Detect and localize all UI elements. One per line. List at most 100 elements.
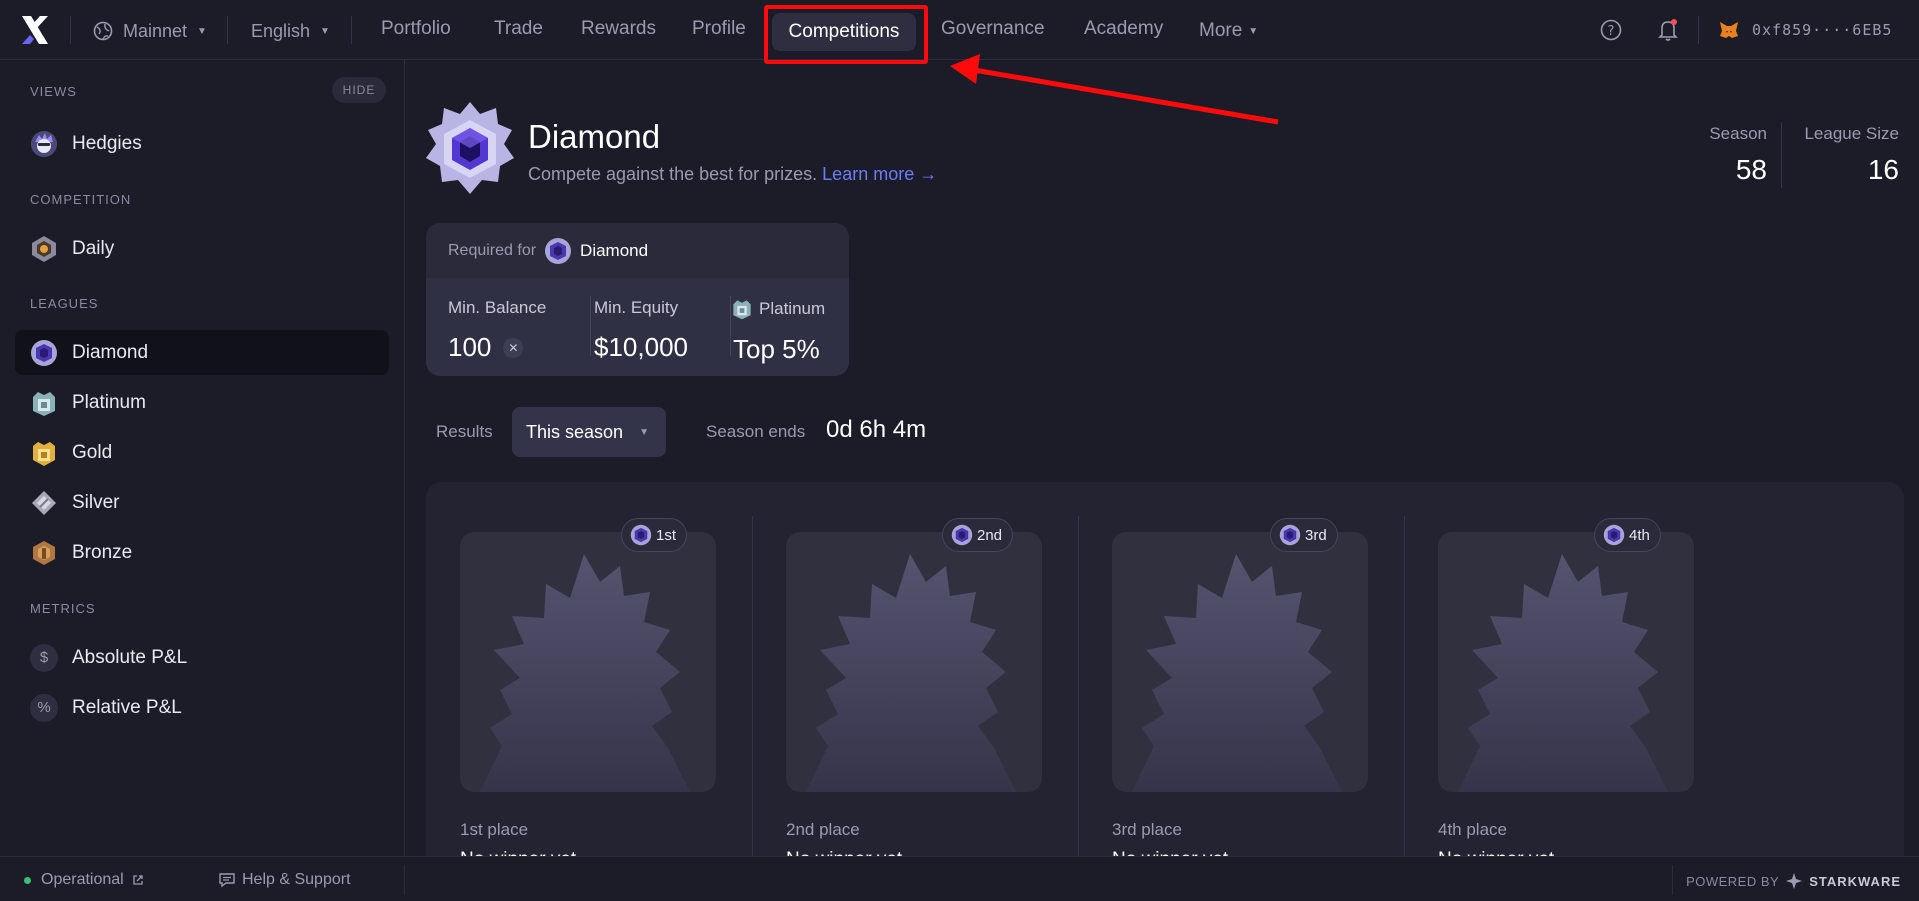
divider <box>227 16 228 44</box>
silver-badge-icon <box>32 490 56 515</box>
powered-by-label: POWERED BY <box>1686 873 1780 889</box>
min-balance-label: Min. Balance <box>448 298 547 317</box>
nav-competitions[interactable]: Competitions <box>772 13 916 51</box>
divider <box>1078 516 1079 856</box>
min-balance-value-row: 100 ✕ <box>448 332 546 363</box>
rank-label: 2nd <box>977 526 1003 544</box>
help-support-label: Help & Support <box>242 871 351 888</box>
place-label: 2nd place <box>786 820 860 839</box>
sidebar-item-label: Relative P&L <box>72 696 182 718</box>
chevron-down-icon: ▼ <box>197 25 207 37</box>
bronze-badge-icon <box>33 540 55 565</box>
help-icon[interactable]: ? <box>1600 19 1622 41</box>
sidebar-item-silver[interactable]: Silver <box>15 480 389 525</box>
sidebar-item-label: Bronze <box>72 541 133 563</box>
place-label: 3rd place <box>1112 820 1182 839</box>
divider <box>1781 122 1782 188</box>
metrics-section-title: METRICS <box>30 601 96 616</box>
hedgie-icon <box>31 130 57 157</box>
daily-badge-icon <box>32 235 56 262</box>
sidebar-item-label: Platinum <box>72 391 146 413</box>
league-size-label: League Size <box>1804 124 1899 143</box>
place-label: 4th place <box>1438 820 1507 839</box>
podium-panel: 1st 1st place No winner yet 2nd 2nd place No … <box>426 482 1904 856</box>
divider <box>1672 865 1673 895</box>
min-equity: Min. Equity $10,000 <box>594 298 688 363</box>
rank-badge: 2nd <box>942 518 1014 552</box>
divider <box>752 516 753 856</box>
podium-slot[interactable]: 1st 1st place No winner yet <box>426 482 752 856</box>
wallet-address: 0xf859····6EB5 <box>1752 21 1893 39</box>
sidebar-item-platinum[interactable]: Platinum <box>15 380 389 425</box>
requirements-body: Min. Balance 100 ✕ Min. Equity $10,000 P… <box>426 278 849 376</box>
nav-academy[interactable]: Academy <box>1084 18 1163 40</box>
min-equity-value: $10,000 <box>594 332 688 362</box>
place-label: 1st place <box>460 820 529 839</box>
platinum-label-row: Platinum <box>731 298 825 320</box>
min-equity-label: Min. Equity <box>594 298 679 317</box>
chevron-down-icon: ▼ <box>1248 25 1259 37</box>
results-label: Results <box>436 422 493 441</box>
diamond-badge-icon <box>31 339 57 366</box>
league-subtitle-text: Compete against the best for prizes. <box>528 164 818 184</box>
hide-button[interactable]: HIDE <box>332 77 386 103</box>
sidebar-item-absolute-pnl[interactable]: $ Absolute P&L <box>15 635 389 680</box>
sidebar: VIEWS HIDE Hedgies COMPETITION Daily LEA… <box>0 60 405 856</box>
diamond-badge-icon <box>630 524 652 546</box>
league-title: Diamond <box>528 118 661 155</box>
nav-portfolio[interactable]: Portfolio <box>381 18 451 40</box>
rank-badge: 1st <box>621 518 688 552</box>
podium-slot[interactable]: 4th 4th place No winner yet <box>1404 482 1730 856</box>
season-period-select[interactable]: This season ▼ <box>512 407 666 457</box>
dydx-logo-icon[interactable] <box>20 14 50 46</box>
rank-label: 3rd <box>1305 526 1327 544</box>
percent-icon: % <box>30 693 58 722</box>
podium-slot[interactable]: 3rd 3rd place No winner yet <box>1078 482 1404 856</box>
sidebar-item-bronze[interactable]: Bronze <box>15 530 389 575</box>
divider <box>404 865 405 895</box>
league-subtitle: Compete against the best for prizes. Lea… <box>528 164 937 185</box>
sidebar-item-diamond[interactable]: Diamond <box>15 330 389 375</box>
network-selector[interactable]: Mainnet ▼ <box>93 18 207 44</box>
nav-trade[interactable]: Trade <box>494 18 543 40</box>
divider <box>70 16 71 44</box>
dollar-icon: $ <box>30 643 58 672</box>
footer: Operational Help & Support POWERED BY ST… <box>0 856 1919 901</box>
place-winner-name: No winner yet <box>460 849 576 856</box>
divider <box>590 296 591 356</box>
nav-rewards[interactable]: Rewards <box>581 18 656 40</box>
language-selector[interactable]: English ▼ <box>251 18 330 44</box>
hedgie-silhouette-icon <box>1132 554 1342 792</box>
sidebar-item-label: Daily <box>72 237 115 259</box>
sidebar-item-hedgies[interactable]: Hedgies <box>15 121 389 166</box>
sidebar-item-relative-pnl[interactable]: % Relative P&L <box>15 685 389 730</box>
chat-bubble-icon <box>219 873 235 888</box>
rank-badge: 4th <box>1594 518 1661 552</box>
external-link-icon <box>133 875 143 885</box>
platinum-requirement: Platinum Top 5% <box>731 298 825 365</box>
sidebar-item-daily[interactable]: Daily <box>15 226 389 271</box>
divider <box>1404 516 1405 856</box>
podium-slot[interactable]: 2nd 2nd place No winner yet <box>752 482 1078 856</box>
diamond-badge-icon <box>1279 524 1301 546</box>
avatar-placeholder <box>1112 532 1368 792</box>
status-link[interactable]: Operational <box>24 871 144 889</box>
sidebar-item-gold[interactable]: Gold <box>15 430 389 475</box>
place-winner-name: No winner yet <box>786 849 902 856</box>
rank-label: 1st <box>656 526 677 544</box>
nav-more[interactable]: More ▼ <box>1199 18 1258 44</box>
bell-icon[interactable] <box>1657 18 1679 42</box>
learn-more-link[interactable]: Learn more → <box>822 164 937 184</box>
powered-by: POWERED BY STARKWARE <box>1686 872 1901 890</box>
wallet-button[interactable]: 0xf859····6EB5 <box>1718 16 1892 44</box>
diamond-badge-icon <box>1603 524 1625 546</box>
requirements-card: Required for Diamond Min. Balance 100 ✕ … <box>426 223 849 376</box>
chevron-down-icon: ▼ <box>320 25 330 37</box>
help-support-link[interactable]: Help & Support <box>218 871 351 889</box>
leagues-section-title: LEAGUES <box>30 296 99 311</box>
language-label: English <box>251 20 311 41</box>
nav-profile[interactable]: Profile <box>692 18 746 40</box>
nav-governance[interactable]: Governance <box>941 18 1045 40</box>
diamond-league-badge-icon <box>426 102 514 194</box>
competition-section-title: COMPETITION <box>30 192 132 207</box>
